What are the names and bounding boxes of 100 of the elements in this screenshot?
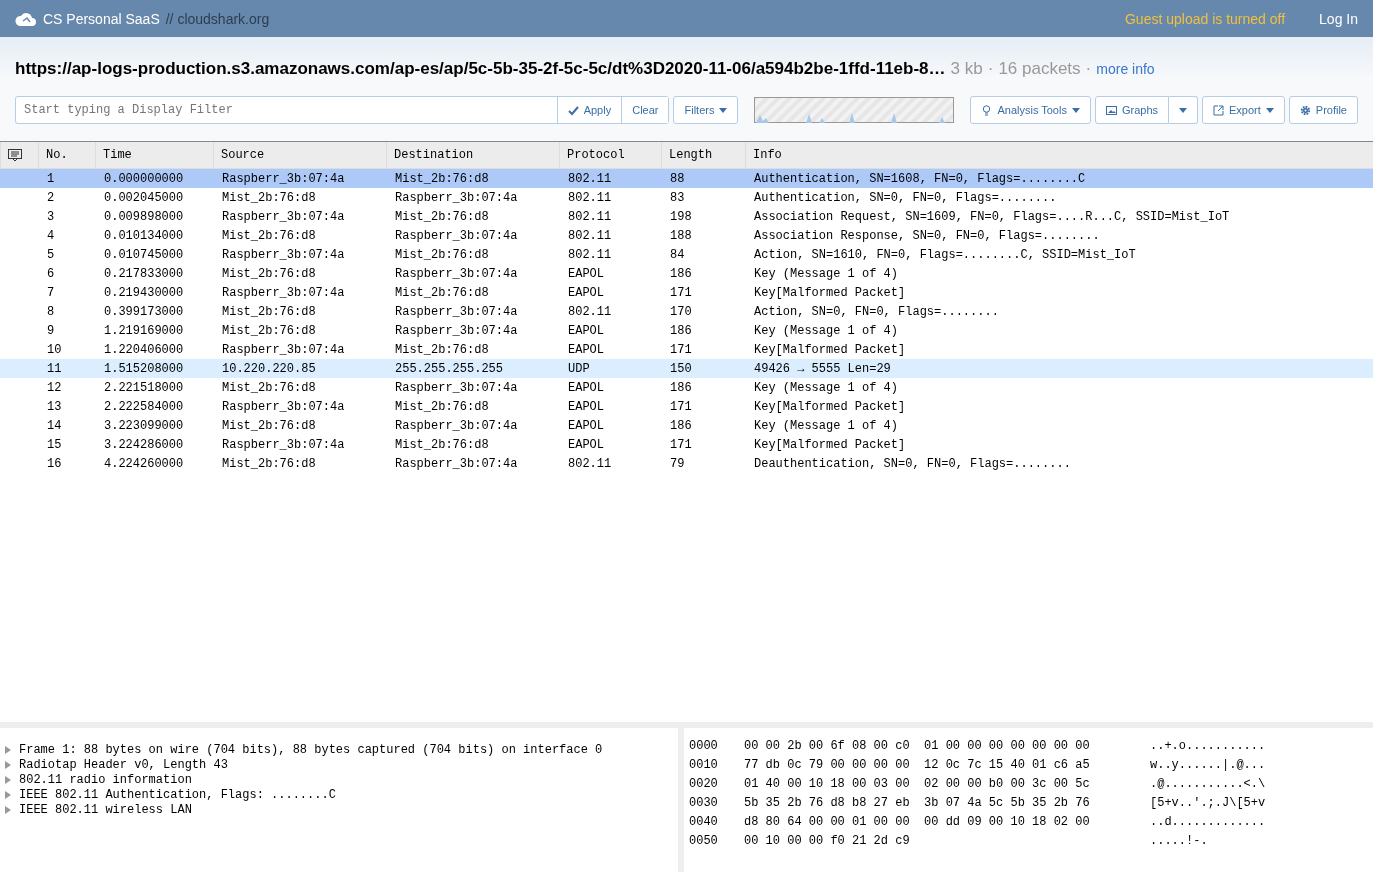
packet-row[interactable]: 2 0.002045000 Mist_2b:76:d8 Raspberr_3b:07:4a 802.11 83 Authentication, SN=0, FN=0, Flags=........: [0, 188, 1373, 207]
hex-ascii: .....!-.: [1150, 833, 1209, 848]
table-cell-text: EAPOL: [567, 418, 605, 433]
table-cell-text: 2.222584000: [103, 399, 185, 414]
table-cell-text: 84: [669, 247, 686, 262]
table-cell-text: 16: [46, 456, 63, 471]
hex-bytes: 77 db 0c 79 00 00 00 00 12 0c 7c 15 40 01 c6 a5: [744, 757, 1091, 772]
detail-line[interactable]: IEEE 802.11 Authentication, Flags: ........C: [19, 787, 336, 802]
expand-arrow-icon[interactable]: [5, 775, 11, 784]
table-cell-text: 171: [669, 437, 693, 452]
gear-icon: [1299, 104, 1311, 116]
caret-icon: [1071, 107, 1080, 113]
table-cell-text: 186: [669, 266, 693, 281]
export-button[interactable]: Export: [1202, 96, 1285, 124]
expand-arrow-icon[interactable]: [5, 760, 11, 769]
comment-icon[interactable]: [8, 149, 22, 161]
table-cell-text: 0.010745000: [103, 247, 185, 262]
table-cell-text: 186: [669, 380, 693, 395]
packet-row[interactable]: 12 2.221518000 Mist_2b:76:d8 Raspberr_3b:07:4a EAPOL 186 Key (Message 1 of 4): [0, 378, 1373, 397]
table-cell-text: Action, SN=0, FN=0, Flags=........: [753, 304, 1000, 319]
packet-row[interactable]: 16 4.224260000 Mist_2b:76:d8 Raspberr_3b:07:4a 802.11 79 Deauthentication, SN=0, FN=0, Flags=........: [0, 454, 1373, 473]
profile-button[interactable]: Profile: [1288, 96, 1358, 124]
separator-dot: ·: [1085, 59, 1092, 79]
table-cell-text: 79: [669, 456, 686, 471]
table-cell-text: EAPOL: [567, 342, 605, 357]
login-link[interactable]: Log In: [1319, 10, 1358, 27]
table-cell-text: EAPOL: [567, 266, 605, 281]
packet-row[interactable]: 13 2.222584000 Raspberr_3b:07:4a Mist_2b:76:d8 EAPOL 171 Key[Malformed Packet]: [0, 397, 1373, 416]
detail-line[interactable]: 802.11 radio information: [19, 772, 192, 787]
packet-row[interactable]: 8 0.399173000 Mist_2b:76:d8 Raspberr_3b:07:4a 802.11 170 Action, SN=0, FN=0, Flags=........: [0, 302, 1373, 321]
packet-row[interactable]: 4 0.010134000 Mist_2b:76:d8 Raspberr_3b:07:4a 802.11 188 Association Response, SN=0, FN=0, Flags=........: [0, 226, 1373, 245]
analysis-tools-button[interactable]: Analysis Tools: [970, 96, 1091, 124]
table-cell-text: 0.219430000: [103, 285, 185, 300]
packet-row[interactable]: 11 1.515208000 10.220.220.85 255.255.255.255 UDP 150 49426 → 5555 Len=29: [0, 359, 1373, 378]
more-info-link[interactable]: more info: [1096, 61, 1155, 77]
table-cell-text: 2.221518000: [103, 380, 185, 395]
packet-row[interactable]: 6 0.217833000 Mist_2b:76:d8 Raspberr_3b:07:4a EAPOL 186 Key (Message 1 of 4): [0, 264, 1373, 283]
filters-button[interactable]: Filters: [673, 96, 739, 124]
hex-ascii: ..d.............: [1150, 814, 1267, 829]
column-header[interactable]: No.: [38, 142, 95, 168]
table-cell-text: Mist_2b:76:d8: [394, 399, 490, 414]
packet-row[interactable]: 1 0.000000000 Raspberr_3b:07:4a Mist_2b:76:d8 802.11 88 Authentication, SN=1608, FN=0, Flags=........C: [0, 169, 1373, 188]
detail-line[interactable]: Radiotap Header v0, Length 43: [19, 757, 228, 772]
table-cell-text: 49426 → 5555 Len=29: [753, 361, 892, 376]
packet-row[interactable]: 3 0.009898000 Raspberr_3b:07:4a Mist_2b:76:d8 802.11 198 Association Request, SN=1609, FN=0, Flags=....R...C, SSID=Mist_IoT: [0, 207, 1373, 226]
display-filter-field[interactable]: Start typing a Display Filter Apply Clear: [15, 96, 670, 124]
column-header[interactable]: Protocol: [559, 142, 661, 168]
column-header[interactable]: Length: [661, 142, 745, 168]
expand-arrow-icon[interactable]: [5, 745, 11, 754]
table-cell-text: 7: [46, 285, 56, 300]
table-cell-text: Mist_2b:76:d8: [394, 171, 490, 186]
table-cell-text: 1.220406000: [103, 342, 185, 357]
table-cell-text: 0.399173000: [103, 304, 185, 319]
packet-row[interactable]: 9 1.219169000 Mist_2b:76:d8 Raspberr_3b:07:4a EAPOL 186 Key (Message 1 of 4): [0, 321, 1373, 340]
packet-row[interactable]: 7 0.219430000 Raspberr_3b:07:4a Mist_2b:76:d8 EAPOL 171 Key[Malformed Packet]: [0, 283, 1373, 302]
table-cell-text: Action, SN=1610, FN=0, Flags=........C, SSID=Mist_IoT: [753, 247, 1137, 262]
packet-row[interactable]: 15 3.224286000 Raspberr_3b:07:4a Mist_2b:76:d8 EAPOL 171 Key[Malformed Packet]: [0, 435, 1373, 454]
packet-row[interactable]: 14 3.223099000 Mist_2b:76:d8 Raspberr_3b:07:4a EAPOL 186 Key (Message 1 of 4): [0, 416, 1373, 435]
clear-button[interactable]: Clear: [621, 97, 669, 123]
table-cell-text: 4.224260000: [103, 456, 185, 471]
detail-line[interactable]: Frame 1: 88 bytes on wire (704 bits), 88 bytes captured (704 bits) on interface 0: [19, 742, 603, 757]
packet-row[interactable]: 5 0.010745000 Raspberr_3b:07:4a Mist_2b:76:d8 802.11 84 Action, SN=1610, FN=0, Flags=........C, SSID=Mist_IoT: [0, 245, 1373, 264]
table-cell-text: UDP: [567, 361, 591, 376]
table-cell-text: Raspberr_3b:07:4a: [394, 304, 519, 319]
packet-row[interactable]: 10 1.220406000 Raspberr_3b:07:4a Mist_2b:76:d8 EAPOL 171 Key[Malformed Packet]: [0, 340, 1373, 359]
table-cell-text: 10.220.220.85: [221, 361, 317, 376]
detail-line[interactable]: IEEE 802.11 wireless LAN: [19, 802, 192, 817]
table-cell-text: 3.223099000: [103, 418, 185, 433]
table-cell-text: Key (Message 1 of 4): [753, 418, 900, 433]
column-header[interactable]: Time: [95, 142, 213, 168]
column-header[interactable]: Destination: [386, 142, 559, 168]
table-cell-text: Raspberr_3b:07:4a: [394, 266, 519, 281]
brand-name: CS Personal SaaS: [43, 10, 160, 27]
timeline-selector[interactable]: [754, 97, 955, 123]
image-icon: [1105, 104, 1117, 116]
table-cell-text: Mist_2b:76:d8: [394, 285, 490, 300]
expand-arrow-icon[interactable]: [5, 790, 11, 799]
table-cell-text: 1.515208000: [103, 361, 185, 376]
table-cell-text: Association Request, SN=1609, FN=0, Flags=....R...C, SSID=Mist_IoT: [753, 209, 1231, 224]
graphs-dropdown-button[interactable]: [1169, 96, 1198, 124]
column-header[interactable]: Source: [213, 142, 386, 168]
hex-ascii: [5+v..'.;.J\[5+v: [1150, 795, 1267, 810]
hex-bytes: 01 40 00 10 18 00 03 00 02 00 00 b0 00 3c 00 5c: [744, 776, 1091, 791]
table-cell-text: EAPOL: [567, 285, 605, 300]
table-cell-text: Mist_2b:76:d8: [221, 418, 317, 433]
graphs-button[interactable]: Graphs: [1094, 96, 1169, 124]
column-header[interactable]: Info: [745, 142, 1373, 168]
table-cell-text: Raspberr_3b:07:4a: [221, 399, 346, 414]
hex-bytes: 00 10 00 00 f0 21 2d c9: [744, 833, 911, 848]
table-cell-text: 186: [669, 323, 693, 338]
table-cell-text: 802.11: [567, 171, 613, 186]
table-cell-text: Mist_2b:76:d8: [221, 266, 317, 281]
table-cell-text: Key[Malformed Packet]: [753, 285, 907, 300]
expand-arrow-icon[interactable]: [5, 805, 11, 814]
guest-upload-notice: Guest upload is turned off: [1125, 10, 1286, 27]
table-cell-text: 83: [669, 190, 686, 205]
table-cell-text: 188: [669, 228, 693, 243]
table-cell-text: 14: [46, 418, 63, 433]
table-cell-text: Raspberr_3b:07:4a: [394, 418, 519, 433]
table-cell-text: Key (Message 1 of 4): [753, 323, 900, 338]
